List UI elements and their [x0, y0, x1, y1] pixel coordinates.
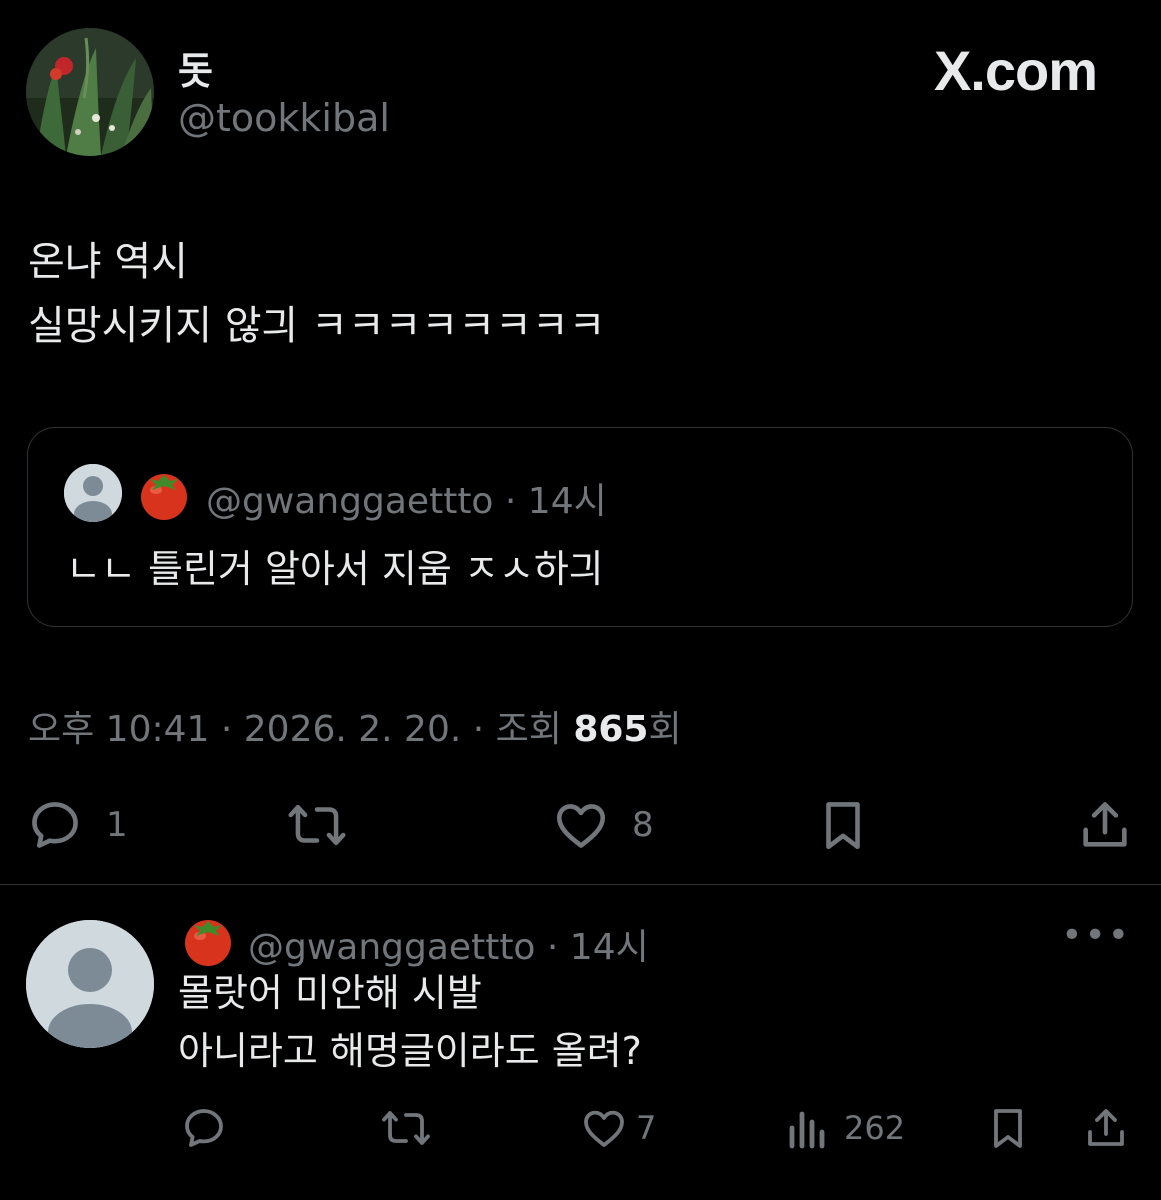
- bookmark-button[interactable]: [814, 795, 872, 855]
- reply-button[interactable]: 1: [26, 795, 128, 855]
- reply-like-count: 7: [636, 1109, 657, 1147]
- tomato-icon: [136, 466, 192, 522]
- author-handle[interactable]: @tookkibal: [178, 96, 390, 140]
- quote-handle-text: @gwanggaettto: [206, 481, 494, 522]
- like-count: 8: [632, 805, 654, 845]
- retweet-icon: [382, 1111, 430, 1145]
- tweet-timestamp: 오후 10:41 · 2026. 2. 20. · 조회: [28, 709, 574, 750]
- retweet-button[interactable]: [286, 795, 370, 855]
- reply-text-line: 아니라고 해명글이라도 올려?: [178, 1029, 642, 1073]
- tweet-meta: 오후 10:41 · 2026. 2. 20. · 조회 865회: [28, 700, 682, 752]
- reply-retweet-button[interactable]: [380, 1098, 432, 1158]
- reply-text: 몰랏어 미안해 시발 아니라고 해명글이라도 올려?: [178, 964, 642, 1080]
- tweet-text-line: 온냐 역시: [28, 239, 188, 285]
- author-avatar[interactable]: [26, 28, 154, 156]
- divider: [0, 884, 1161, 885]
- reply-views-count: 262: [844, 1109, 906, 1147]
- reply-icon: [185, 1109, 223, 1147]
- heart-icon: [556, 804, 606, 848]
- quoted-tweet[interactable]: @gwanggaettto · 14시 ㄴㄴ 틀린거 알아서 지움 ㅈㅅ하긔: [27, 427, 1133, 627]
- heart-icon: [584, 1110, 624, 1147]
- reply-handle-text: @gwanggaettto: [248, 927, 536, 968]
- more-options-icon[interactable]: •••: [1061, 915, 1131, 956]
- tomato-icon: [180, 912, 236, 968]
- brand-logo: X.com: [933, 39, 1098, 102]
- reply-bookmark-button[interactable]: [984, 1098, 1032, 1158]
- share-icon: [1083, 802, 1127, 847]
- reply-avatar[interactable]: [26, 920, 154, 1048]
- reply-share-button[interactable]: [1082, 1098, 1130, 1158]
- bookmark-icon: [994, 1109, 1022, 1148]
- reply-reply-button[interactable]: [180, 1098, 228, 1158]
- share-icon: [1088, 1109, 1124, 1146]
- view-suffix: 회: [648, 709, 682, 750]
- tweet-text: 온냐 역시 실망시키지 않긔 ㅋㅋㅋㅋㅋㅋㅋㅋ: [28, 230, 605, 358]
- reply-views-button[interactable]: 262: [786, 1098, 905, 1158]
- reply-icon: [32, 802, 78, 848]
- reply-time: · 14시: [546, 927, 649, 968]
- retweet-icon: [288, 804, 346, 846]
- reply-like-button[interactable]: 7: [580, 1098, 656, 1158]
- quote-handle[interactable]: @gwanggaettto · 14시: [206, 472, 607, 524]
- bookmark-icon: [826, 802, 860, 850]
- like-button[interactable]: 8: [552, 795, 654, 855]
- share-button[interactable]: [1076, 795, 1134, 855]
- tweet-text-line: 실망시키지 않긔 ㅋㅋㅋㅋㅋㅋㅋㅋ: [28, 303, 606, 349]
- reply-count: 1: [106, 805, 128, 845]
- quote-text: ㄴㄴ 틀린거 알아서 지움 ㅈㅅ하긔: [66, 547, 604, 591]
- view-count: 865: [573, 709, 649, 750]
- analytics-icon: [789, 1111, 825, 1149]
- reply-handle[interactable]: @gwanggaettto · 14시: [248, 918, 649, 970]
- quote-avatar: [64, 464, 122, 522]
- reply-text-line: 몰랏어 미안해 시발: [178, 971, 482, 1015]
- author-name[interactable]: 돗: [178, 40, 213, 95]
- quote-time: · 14시: [504, 481, 607, 522]
